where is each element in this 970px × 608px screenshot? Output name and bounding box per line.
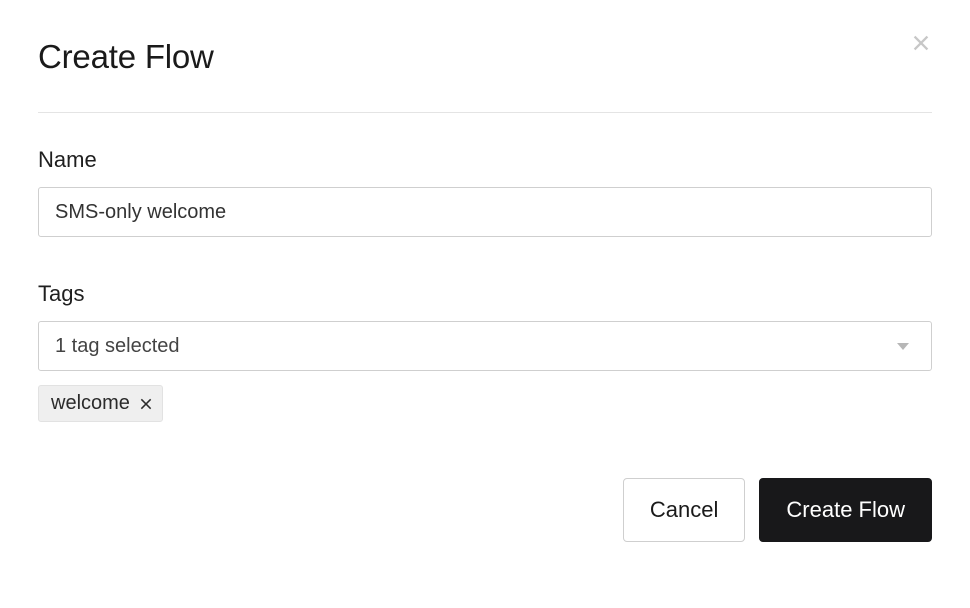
tag-chip: welcome bbox=[38, 385, 163, 422]
tags-label: Tags bbox=[38, 281, 932, 307]
name-label: Name bbox=[38, 147, 932, 173]
close-icon bbox=[139, 397, 153, 411]
tag-chip-list: welcome bbox=[38, 385, 932, 422]
close-icon bbox=[910, 32, 932, 54]
tags-select-text: 1 tag selected bbox=[55, 335, 180, 358]
cancel-button[interactable]: Cancel bbox=[623, 478, 745, 542]
create-flow-modal: Create Flow Name Tags 1 tag selected wel… bbox=[0, 0, 970, 580]
name-field-group: Name bbox=[38, 147, 932, 237]
tags-select-wrap: 1 tag selected bbox=[38, 321, 932, 371]
modal-actions: Cancel Create Flow bbox=[38, 478, 932, 542]
tags-select[interactable]: 1 tag selected bbox=[38, 321, 932, 371]
modal-title: Create Flow bbox=[38, 38, 214, 76]
tags-field-group: Tags 1 tag selected welcome bbox=[38, 281, 932, 422]
tag-remove-button[interactable] bbox=[139, 397, 153, 411]
name-input[interactable] bbox=[38, 187, 932, 237]
create-flow-button[interactable]: Create Flow bbox=[759, 478, 932, 542]
tag-chip-label: welcome bbox=[51, 392, 130, 415]
chevron-down-icon bbox=[897, 343, 909, 350]
modal-header: Create Flow bbox=[38, 38, 932, 113]
close-button[interactable] bbox=[910, 32, 932, 56]
